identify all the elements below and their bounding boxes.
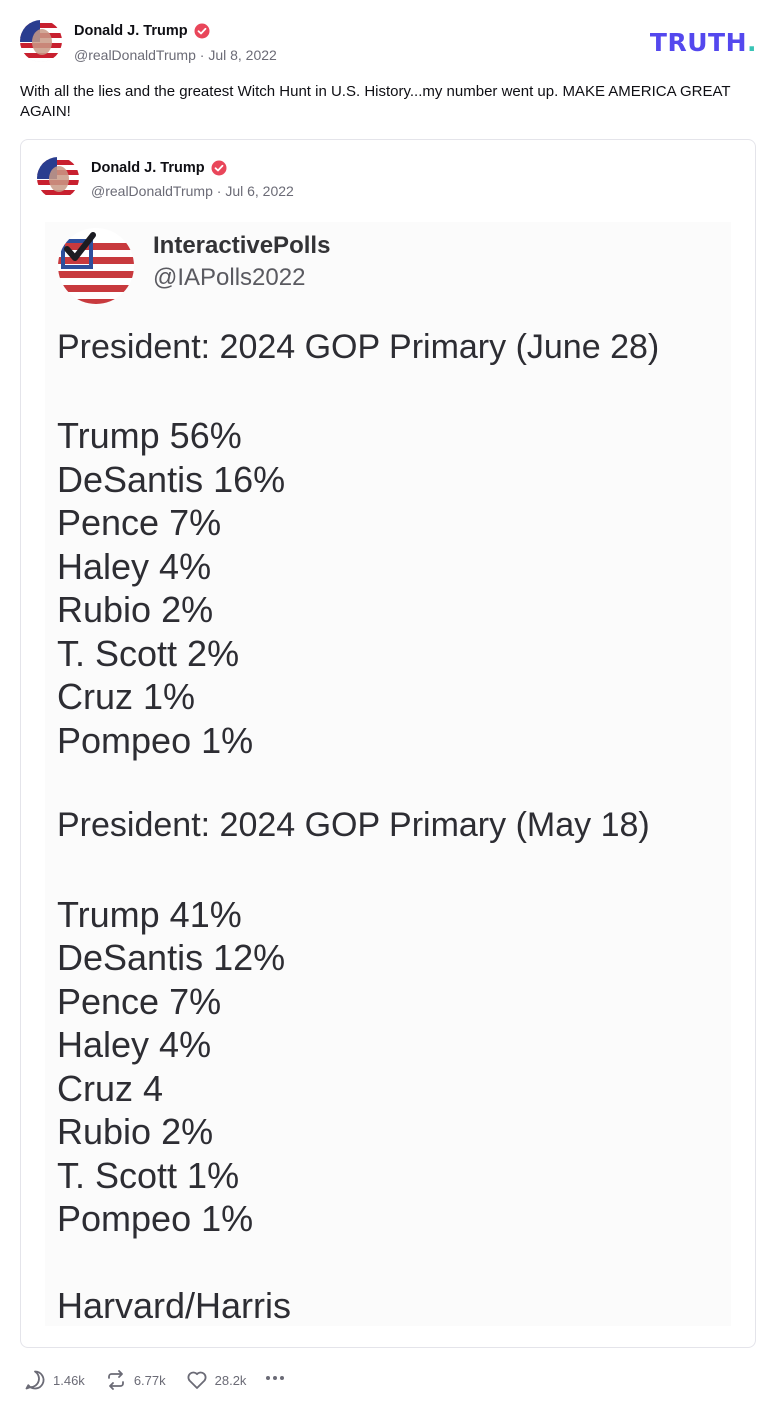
poll-image[interactable]: InteractivePolls @IAPolls2022 President:… xyxy=(45,222,731,1326)
post-date[interactable]: Jul 8, 2022 xyxy=(208,47,277,63)
poll-line: Cruz 1% xyxy=(57,676,196,717)
ellipsis-icon xyxy=(264,1375,286,1393)
like-count: 28.2k xyxy=(214,1372,247,1388)
poll-line: Haley 4% xyxy=(57,546,212,587)
quoted-post-date[interactable]: Jul 6, 2022 xyxy=(225,183,294,199)
poll-line: T. Scott 1% xyxy=(57,1155,240,1196)
author-name-row: Donald J. Trump xyxy=(74,23,210,39)
post-text: With all the lies and the greatest Witch… xyxy=(20,83,731,120)
poll-line: Trump 56% xyxy=(57,415,242,456)
quoted-author-avatar[interactable] xyxy=(37,157,79,199)
poll-heading-may: President: 2024 GOP Primary (May 18) xyxy=(57,806,650,844)
retruth-icon xyxy=(105,1369,127,1391)
meta-separator: · xyxy=(199,47,205,63)
verified-badge-icon xyxy=(194,23,210,39)
post-header: Donald J. Trump @realDonaldTrump · Jul 8… xyxy=(20,20,757,66)
author-handle[interactable]: @realDonaldTrump xyxy=(74,47,196,63)
reply-count: 1.46k xyxy=(53,1372,85,1388)
poll-line: Cruz 4 xyxy=(57,1068,164,1109)
poll-line: DeSantis 16% xyxy=(57,459,286,500)
poll-brand-handle: @IAPolls2022 xyxy=(153,264,306,291)
like-button[interactable]: 28.2k xyxy=(186,1369,247,1391)
poll-line: Rubio 2% xyxy=(57,1111,214,1152)
poll-line: Rubio 2% xyxy=(57,589,214,630)
poll-brand-name: InteractivePolls xyxy=(153,232,331,259)
poll-line: Pompeo 1% xyxy=(57,720,254,761)
poll-line: T. Scott 2% xyxy=(57,633,240,674)
poll-line: Pompeo 1% xyxy=(57,1198,254,1239)
author-name[interactable]: Donald J. Trump xyxy=(74,23,188,39)
retruth-count: 6.77k xyxy=(133,1372,166,1388)
truth-logo[interactable]: TRUTH. xyxy=(650,28,757,57)
poll-heading-june: President: 2024 GOP Primary (June 28) xyxy=(57,328,660,366)
quoted-post-header: Donald J. Trump @realDonaldTrump · Jul 6… xyxy=(37,157,737,201)
author-avatar[interactable] xyxy=(20,20,62,62)
quoted-author-name[interactable]: Donald J. Trump xyxy=(91,160,205,176)
verified-badge-icon xyxy=(211,160,227,176)
poll-line: Haley 4% xyxy=(57,1024,212,1065)
heart-icon xyxy=(186,1369,208,1391)
poll-line: Pence 7% xyxy=(57,502,222,543)
more-options-button[interactable] xyxy=(264,1367,286,1394)
poll-source: Harvard/Harris xyxy=(57,1285,292,1326)
post-meta: @realDonaldTrump · Jul 8, 2022 xyxy=(74,47,277,63)
quoted-post-card[interactable]: Donald J. Trump @realDonaldTrump · Jul 6… xyxy=(20,139,756,1348)
meta-separator: · xyxy=(216,183,222,199)
retruth-button[interactable]: 6.77k xyxy=(105,1369,166,1391)
post-action-bar: 1.46k 6.77k 28.2k xyxy=(24,1368,286,1392)
quoted-author-name-row: Donald J. Trump xyxy=(91,160,227,176)
poll-line: DeSantis 12% xyxy=(57,937,286,978)
reply-button[interactable]: 1.46k xyxy=(24,1369,85,1391)
logo-text: TRUTH xyxy=(649,28,747,57)
poll-line: Pence 7% xyxy=(57,981,222,1022)
quoted-post-meta: @realDonaldTrump · Jul 6, 2022 xyxy=(91,183,294,199)
poll-line: Trump 41% xyxy=(57,894,242,935)
reply-icon xyxy=(24,1369,46,1391)
logo-dot: . xyxy=(747,28,757,57)
quoted-author-handle[interactable]: @realDonaldTrump xyxy=(91,183,213,199)
interactivepolls-logo-icon xyxy=(57,227,135,305)
